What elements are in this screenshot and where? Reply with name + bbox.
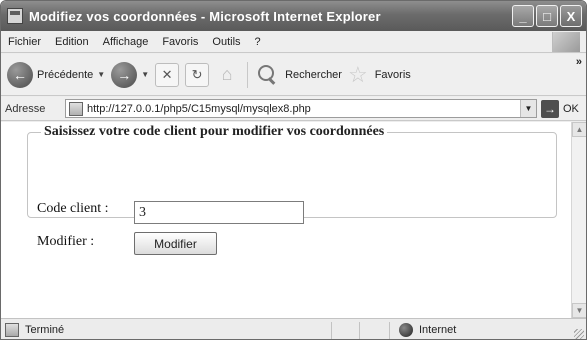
refresh-icon: ↻: [191, 66, 203, 82]
home-icon: ⌂: [221, 64, 233, 84]
favorites-button[interactable]: ☆ Favoris: [347, 61, 411, 87]
go-arrow-icon: →: [541, 100, 559, 118]
close-button[interactable]: X: [560, 5, 582, 27]
zone-label: Internet: [419, 324, 457, 336]
page-icon: [69, 101, 83, 116]
scroll-down-arrow-icon[interactable]: ▼: [572, 303, 586, 318]
chevron-down-icon[interactable]: ▼: [141, 70, 149, 79]
menu-help[interactable]: ?: [248, 36, 268, 48]
title-bar: Modifiez vos coordonnées - Microsoft Int…: [1, 1, 586, 31]
maximize-button[interactable]: □: [536, 5, 558, 27]
go-button[interactable]: → OK: [541, 100, 579, 118]
vertical-scrollbar[interactable]: ▲ ▼: [571, 122, 586, 318]
forward-button[interactable]: → ▼: [111, 61, 149, 88]
status-bar: Terminé Internet: [1, 318, 586, 339]
star-icon: ☆: [347, 61, 368, 87]
menu-outils[interactable]: Outils: [205, 36, 247, 48]
menu-bar: Fichier Edition Affichage Favoris Outils…: [1, 31, 586, 53]
menu-favoris[interactable]: Favoris: [155, 36, 205, 48]
address-url[interactable]: http://127.0.0.1/php5/C15mysql/mysqlex8.…: [87, 103, 311, 115]
home-button[interactable]: ⌂: [215, 63, 239, 87]
search-icon: [256, 64, 278, 86]
chevron-down-icon[interactable]: ▼: [520, 100, 536, 117]
menu-edition[interactable]: Edition: [48, 36, 96, 48]
status-divider: [389, 322, 390, 339]
stop-icon: ✕: [161, 66, 173, 82]
chevron-down-icon[interactable]: ▼: [97, 70, 105, 79]
stop-button[interactable]: ✕: [155, 62, 180, 87]
page-content: Saisissez votre code client pour modifie…: [1, 122, 571, 318]
favorites-label: Favoris: [374, 68, 411, 81]
globe-icon: [399, 323, 413, 337]
window-title: Modifiez vos coordonnées - Microsoft Int…: [29, 8, 381, 24]
refresh-button[interactable]: ↻: [185, 62, 210, 87]
search-button[interactable]: Rechercher: [256, 64, 342, 86]
search-label: Rechercher: [285, 68, 342, 81]
menu-fichier[interactable]: Fichier: [1, 36, 48, 48]
forward-arrow-icon: →: [111, 61, 138, 88]
address-bar: Adresse http://127.0.0.1/php5/C15mysql/m…: [1, 97, 586, 121]
page-done-icon: [5, 323, 19, 337]
code-client-label: Code client :: [37, 201, 109, 216]
fieldset-legend: Saisissez votre code client pour modifie…: [41, 124, 388, 140]
browser-window: Modifiez vos coordonnées - Microsoft Int…: [0, 0, 587, 340]
status-text: Terminé: [25, 324, 65, 336]
window-controls: _ □ X: [512, 5, 582, 27]
toolbar: ← Précédente ▼ → ▼ ✕ ↻ ⌂ Rechercher ☆ Fa…: [1, 54, 586, 96]
modifier-button[interactable]: Modifier: [134, 232, 217, 255]
minimize-button[interactable]: _: [512, 5, 534, 27]
toolbar-divider: [247, 61, 249, 88]
ie-icon: [7, 8, 23, 24]
menu-affichage[interactable]: Affichage: [96, 36, 156, 48]
status-divider: [331, 322, 332, 339]
go-label: OK: [563, 103, 579, 115]
windows-logo-icon: [552, 32, 580, 52]
security-zone: Internet: [399, 323, 456, 337]
back-label: Précédente: [37, 68, 94, 81]
toolbar-overflow-button[interactable]: »: [576, 56, 582, 68]
back-button[interactable]: ← Précédente ▼: [7, 61, 105, 88]
back-arrow-icon: ←: [7, 61, 33, 88]
code-client-input[interactable]: 3: [134, 201, 304, 224]
address-input[interactable]: http://127.0.0.1/php5/C15mysql/mysqlex8.…: [65, 99, 537, 118]
address-label: Adresse: [5, 102, 46, 115]
resize-grip[interactable]: [574, 329, 584, 339]
scroll-up-arrow-icon[interactable]: ▲: [572, 122, 586, 137]
modifier-label: Modifier :: [37, 234, 95, 249]
status-divider: [359, 322, 360, 339]
